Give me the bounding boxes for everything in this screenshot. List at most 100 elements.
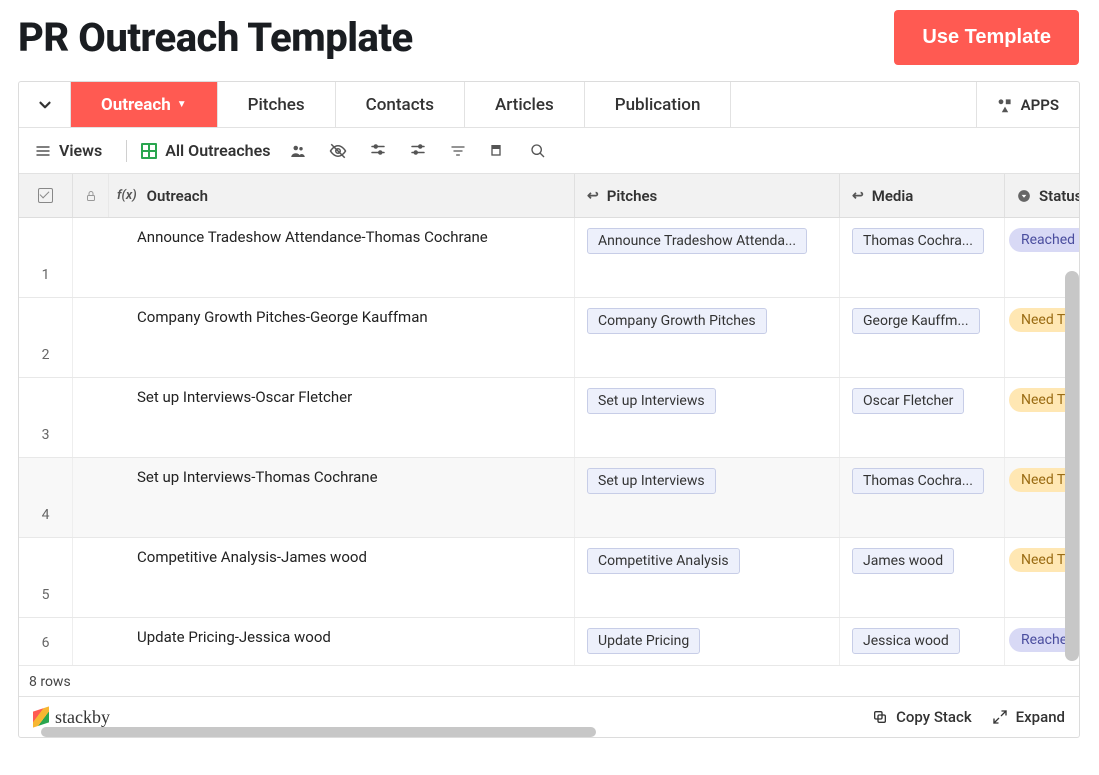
- tab-publication[interactable]: Publication: [585, 82, 732, 127]
- cell-media[interactable]: James wood: [839, 538, 1004, 617]
- search-button[interactable]: [522, 135, 554, 167]
- cell-media[interactable]: George Kauffm...: [839, 298, 1004, 377]
- stackby-mark-icon: [33, 706, 49, 727]
- tab-label: Articles: [495, 95, 554, 115]
- media-tag: Oscar Fletcher: [852, 388, 964, 414]
- hide-fields-button[interactable]: [322, 135, 354, 167]
- cell-outreach[interactable]: Set up Interviews-Thomas Cochrane: [109, 458, 574, 537]
- pitch-tag: Company Growth Pitches: [587, 308, 767, 334]
- media-tag: Thomas Cochra...: [852, 468, 984, 494]
- link-icon: ↩: [852, 188, 864, 204]
- pitch-tag: Set up Interviews: [587, 468, 716, 494]
- cell-pitches[interactable]: Set up Interviews: [574, 458, 839, 537]
- cell-outreach[interactable]: Set up Interviews-Oscar Fletcher: [109, 378, 574, 457]
- copy-stack-button[interactable]: Copy Stack: [872, 708, 972, 726]
- column-label: Outreach: [147, 187, 208, 205]
- tabs-row: Outreach ▼ Pitches Contacts Articles Pub…: [19, 82, 1079, 128]
- column-header-outreach[interactable]: f(x) Outreach: [109, 174, 574, 217]
- tab-outreach[interactable]: Outreach ▼: [71, 82, 218, 127]
- vertical-scrollbar[interactable]: [1065, 271, 1079, 661]
- row-height-button[interactable]: [482, 135, 514, 167]
- cell-pitches[interactable]: Update Pricing: [574, 618, 839, 665]
- page-title: PR Outreach Template: [18, 14, 413, 61]
- cell-media[interactable]: Jessica wood: [839, 618, 1004, 665]
- fx-icon: f(x): [117, 188, 137, 203]
- row-number: 2: [19, 298, 73, 377]
- select-all-cell[interactable]: [19, 174, 73, 217]
- table-row[interactable]: 6 Update Pricing-Jessica wood Update Pri…: [19, 618, 1079, 666]
- sort-button[interactable]: [442, 135, 474, 167]
- lock-cell: [73, 174, 109, 217]
- current-view[interactable]: All Outreaches: [141, 141, 274, 160]
- column-header-status[interactable]: Status: [1004, 174, 1079, 217]
- pitch-tag: Competitive Analysis: [587, 548, 740, 574]
- tab-label: Contacts: [366, 95, 434, 115]
- cell-pitches[interactable]: Announce Tradeshow Attenda...: [574, 218, 839, 297]
- cell-media[interactable]: Oscar Fletcher: [839, 378, 1004, 457]
- pitch-tag: Update Pricing: [587, 628, 700, 654]
- dropdown-icon: [1017, 189, 1031, 203]
- cell-outreach[interactable]: Announce Tradeshow Attendance-Thomas Coc…: [109, 218, 574, 297]
- row-number: 3: [19, 378, 73, 457]
- tab-label: Outreach: [101, 95, 171, 115]
- apps-label: APPS: [1021, 96, 1059, 114]
- apps-button[interactable]: APPS: [977, 82, 1079, 127]
- pitch-tag: Set up Interviews: [587, 388, 716, 414]
- expand-button[interactable]: Expand: [992, 708, 1065, 726]
- table-row[interactable]: 2 Company Growth Pitches-George Kauffman…: [19, 298, 1079, 378]
- checkbox-icon: [38, 188, 53, 203]
- tab-contacts[interactable]: Contacts: [336, 82, 465, 127]
- views-button[interactable]: Views: [35, 141, 112, 160]
- table-row[interactable]: 3 Set up Interviews-Oscar Fletcher Set u…: [19, 378, 1079, 458]
- table-row[interactable]: 5 Competitive Analysis-James wood Compet…: [19, 538, 1079, 618]
- copy-icon: [872, 709, 888, 725]
- cell-outreach[interactable]: Competitive Analysis-James wood: [109, 538, 574, 617]
- cell-media[interactable]: Thomas Cochra...: [839, 458, 1004, 537]
- stackby-logo[interactable]: stackby: [33, 707, 110, 728]
- row-number: 6: [19, 618, 73, 665]
- apps-icon: [997, 97, 1013, 113]
- sliders-icon: [409, 142, 427, 160]
- search-icon: [530, 143, 546, 159]
- media-tag: Jessica wood: [852, 628, 960, 654]
- horizontal-scrollbar[interactable]: [41, 727, 596, 737]
- expand-label: Expand: [1016, 708, 1065, 726]
- use-template-button[interactable]: Use Template: [894, 10, 1079, 65]
- toolbar: Views All Outreaches: [19, 128, 1079, 174]
- column-header-media[interactable]: ↩ Media: [839, 174, 1004, 217]
- cell-pitches[interactable]: Set up Interviews: [574, 378, 839, 457]
- cell-media[interactable]: Thomas Cochra...: [839, 218, 1004, 297]
- brand-label: stackby: [55, 707, 110, 728]
- grid-container: f(x) Outreach ↩ Pitches ↩ Media Status: [19, 174, 1079, 667]
- media-tag: George Kauffm...: [852, 308, 980, 334]
- tab-pitches[interactable]: Pitches: [218, 82, 336, 127]
- grid-view-icon: [141, 143, 157, 159]
- table-row[interactable]: 1 Announce Tradeshow Attendance-Thomas C…: [19, 218, 1079, 298]
- group-button[interactable]: [402, 135, 434, 167]
- cell-outreach[interactable]: Update Pricing-Jessica wood: [109, 618, 574, 665]
- filter-button[interactable]: [362, 135, 394, 167]
- link-icon: ↩: [587, 188, 599, 204]
- tabs-chevron-button[interactable]: [19, 82, 71, 127]
- media-tag: James wood: [852, 548, 954, 574]
- copy-stack-label: Copy Stack: [896, 708, 972, 726]
- cell-outreach[interactable]: Company Growth Pitches-George Kauffman: [109, 298, 574, 377]
- expand-icon: [992, 709, 1008, 725]
- column-header-pitches[interactable]: ↩ Pitches: [574, 174, 839, 217]
- divider: [126, 140, 127, 162]
- share-button[interactable]: [282, 135, 314, 167]
- row-number: 5: [19, 538, 73, 617]
- column-label: Status: [1039, 187, 1079, 205]
- tab-label: Pitches: [248, 95, 305, 115]
- eye-off-icon: [329, 142, 347, 160]
- status-pill: Reached O: [1009, 228, 1079, 252]
- tab-label: Publication: [615, 95, 701, 115]
- people-icon: [289, 142, 307, 160]
- cell-pitches[interactable]: Company Growth Pitches: [574, 298, 839, 377]
- pitch-tag: Announce Tradeshow Attenda...: [587, 228, 807, 254]
- table-row[interactable]: 4 Set up Interviews-Thomas Cochrane Set …: [19, 458, 1079, 538]
- caret-down-icon: ▼: [177, 99, 187, 110]
- cell-pitches[interactable]: Competitive Analysis: [574, 538, 839, 617]
- tab-articles[interactable]: Articles: [465, 82, 585, 127]
- media-tag: Thomas Cochra...: [852, 228, 984, 254]
